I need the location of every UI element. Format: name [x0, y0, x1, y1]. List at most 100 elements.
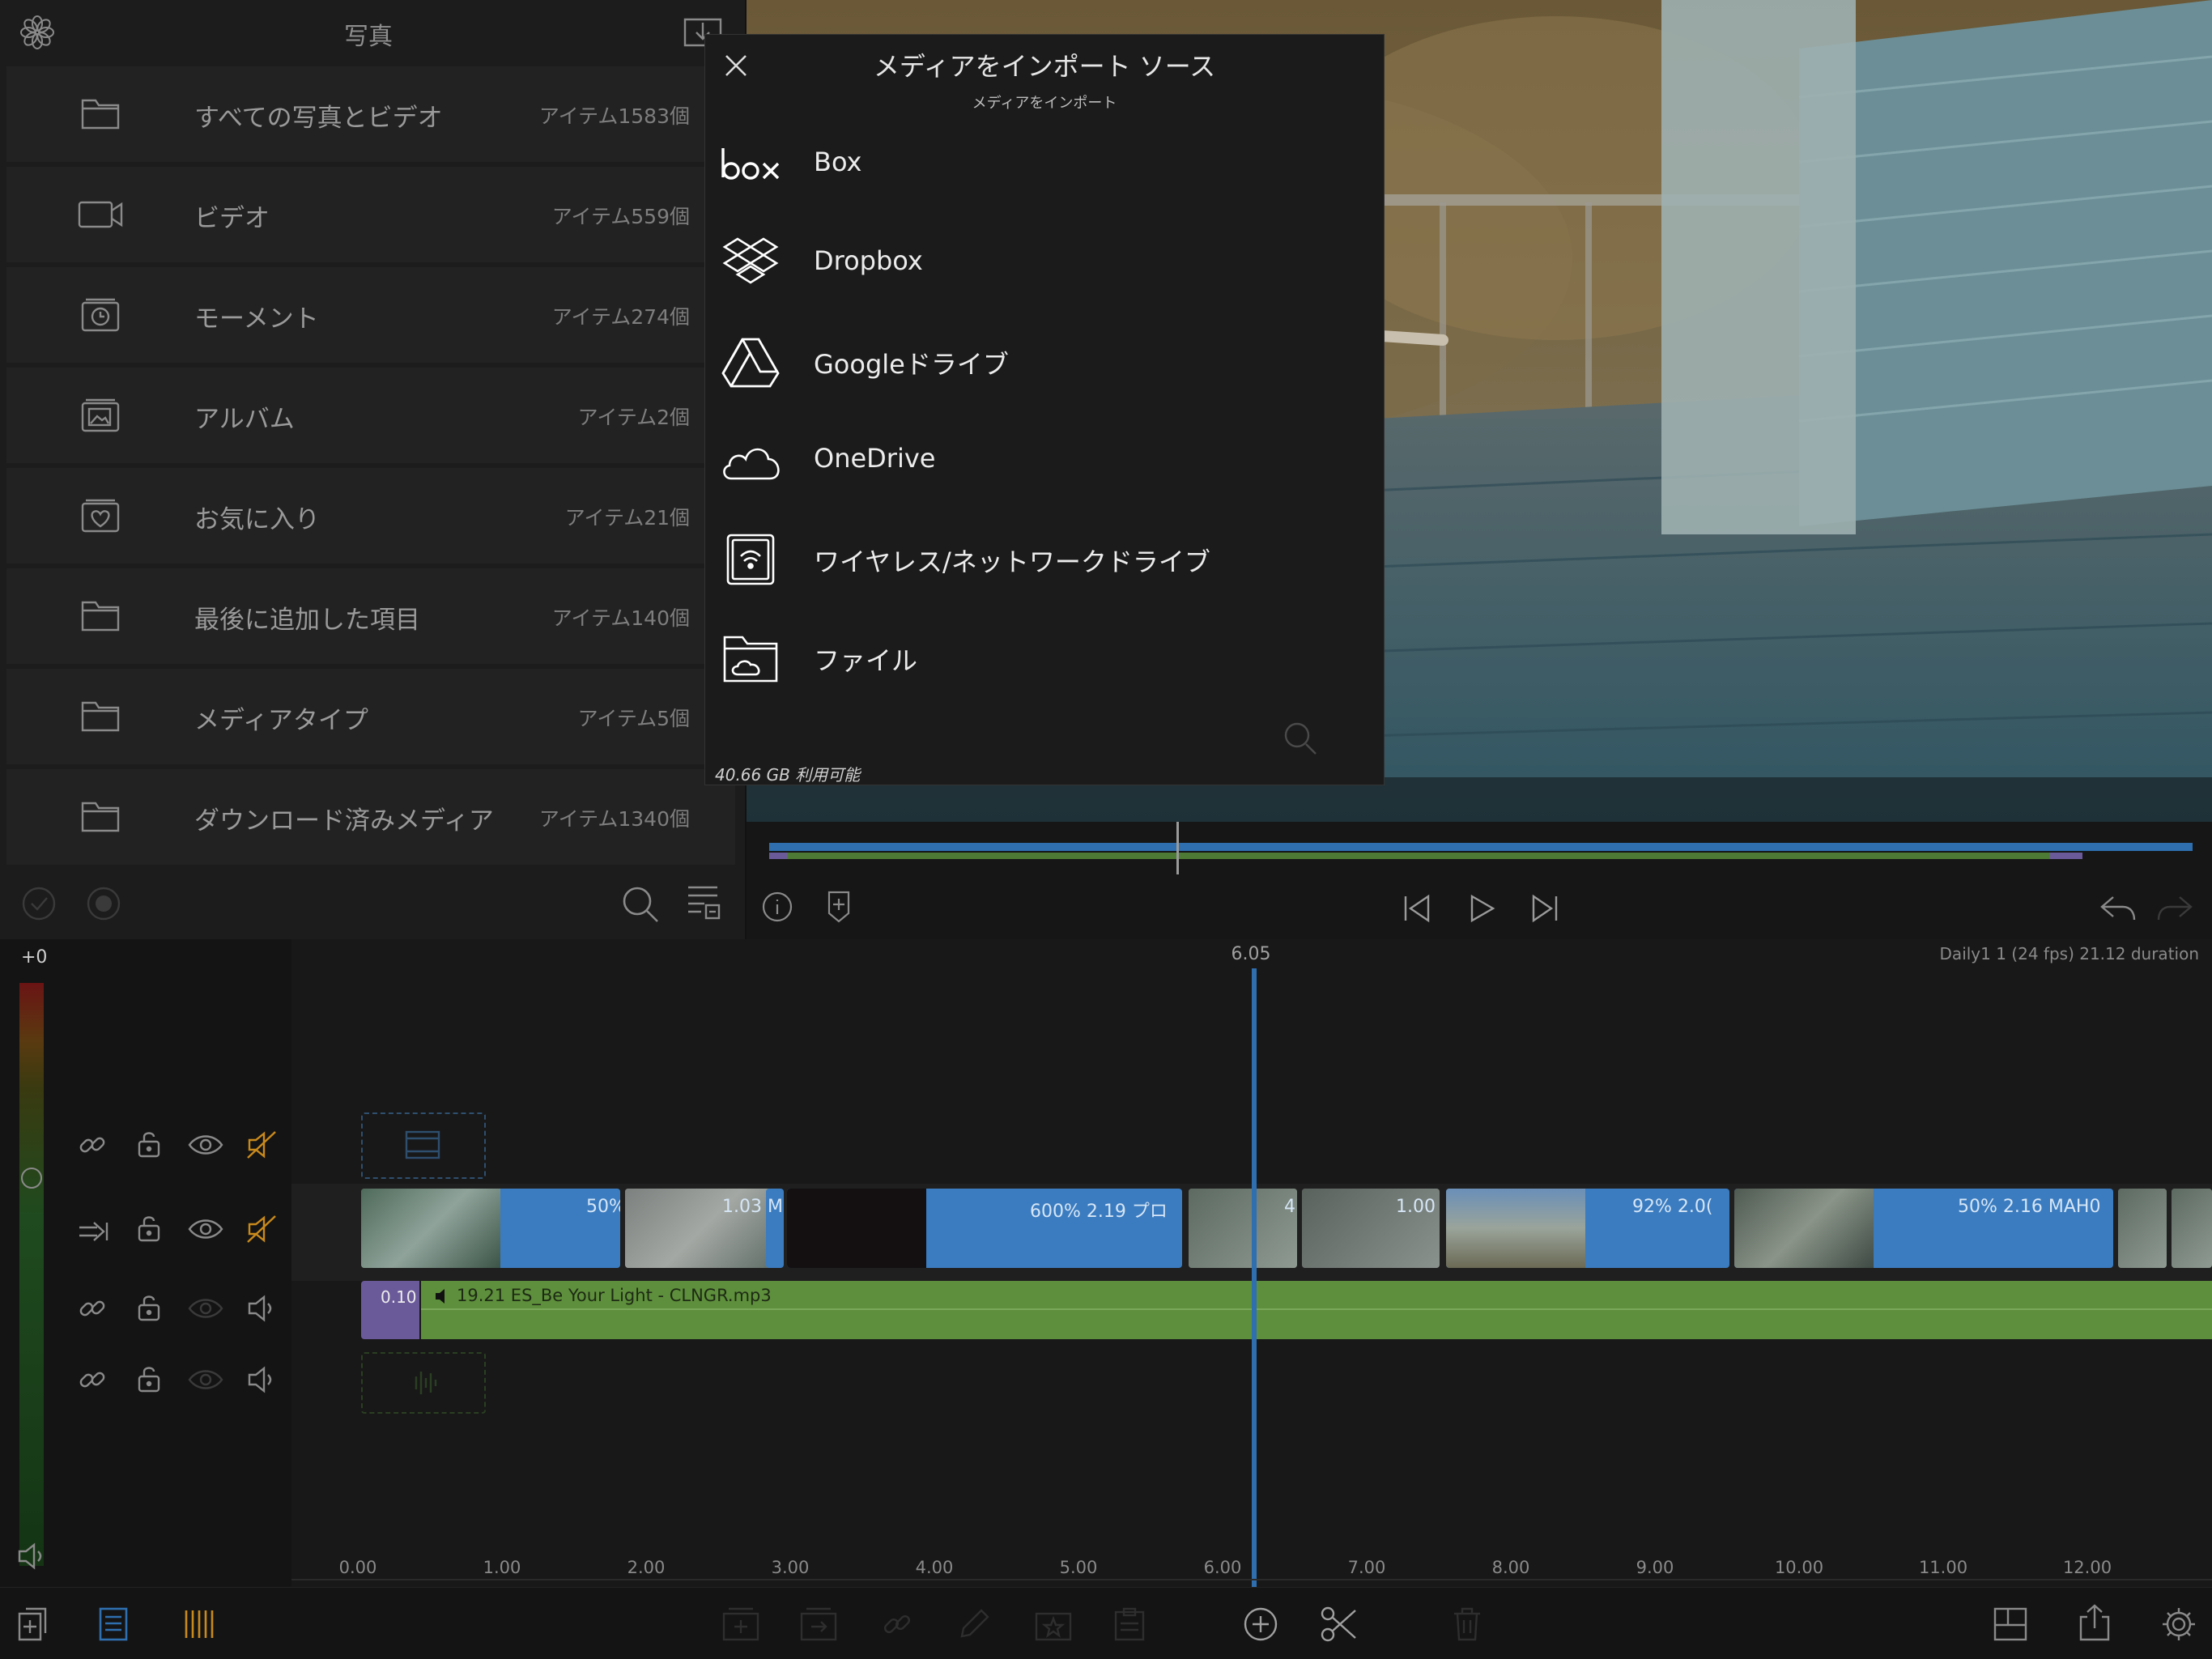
photos-flower-icon[interactable]: [19, 15, 55, 50]
source-box[interactable]: Box: [705, 116, 1384, 213]
ruler-tick-label: 2.00: [627, 1558, 666, 1577]
layout-icon[interactable]: [1992, 1606, 2029, 1643]
video-clip[interactable]: 4: [1189, 1189, 1297, 1268]
audio-meter-toggle-icon[interactable]: [181, 1606, 215, 1643]
scrubber-playhead[interactable]: [1176, 822, 1179, 878]
video-clip[interactable]: M: [766, 1189, 784, 1268]
clip-thumbnail: [2172, 1189, 2212, 1268]
wireless-drive-icon: [720, 532, 781, 587]
mute-speaker-icon[interactable]: [246, 1130, 277, 1159]
trash-icon[interactable]: [1451, 1606, 1483, 1643]
add-media-icon[interactable]: [15, 1606, 50, 1643]
library-item-videos[interactable]: ビデオ アイテム559個: [6, 167, 735, 262]
main-track-arrow-icon[interactable]: [78, 1219, 110, 1244]
search-icon[interactable]: [1282, 720, 1319, 757]
track-list-icon[interactable]: [97, 1606, 130, 1643]
library-item-recently-added[interactable]: 最後に追加した項目 アイテム140個: [6, 568, 735, 664]
library-item-moments[interactable]: モーメント アイテム274個: [6, 267, 735, 363]
audio-track-placeholder[interactable]: [361, 1352, 486, 1414]
settings-gear-icon[interactable]: [2160, 1606, 2197, 1643]
speaker-icon[interactable]: [246, 1365, 277, 1394]
edit-pencil-icon[interactable]: [955, 1606, 991, 1643]
ruler-tick-label: 11.00: [1918, 1558, 1968, 1577]
undo-icon[interactable]: [2099, 892, 2138, 925]
scrubber-audio-track: [787, 853, 2050, 859]
scrubber-bar[interactable]: [747, 822, 2212, 878]
source-onedrive[interactable]: OneDrive: [705, 412, 1384, 509]
library-item-favorites[interactable]: お気に入り アイテム21個: [6, 468, 735, 564]
clipboard-icon[interactable]: [1111, 1606, 1148, 1643]
master-volume-icon[interactable]: [16, 1542, 47, 1571]
visibility-eye-icon[interactable]: [188, 1368, 223, 1391]
visibility-eye-icon[interactable]: [188, 1134, 223, 1156]
library-item-count: アイテム5個: [577, 707, 690, 730]
info-icon[interactable]: [761, 891, 793, 923]
source-wireless-network-drive[interactable]: ワイヤレス/ネットワークドライブ: [705, 511, 1384, 608]
link-icon[interactable]: [78, 1294, 107, 1323]
play-icon[interactable]: [1465, 892, 1498, 925]
timeline-playhead[interactable]: [1252, 968, 1257, 1587]
link-icon[interactable]: [881, 1606, 913, 1643]
search-icon[interactable]: [620, 884, 661, 925]
speaker-icon[interactable]: [246, 1294, 277, 1323]
ruler-tick-label: 10.00: [1774, 1558, 1824, 1577]
audio-fade-label: 0.10: [381, 1287, 417, 1307]
clip-label: 92% 2.0(: [1632, 1197, 1713, 1217]
folder-icon: [76, 596, 125, 636]
source-files[interactable]: ファイル: [705, 610, 1384, 707]
popover-title: メディアをインポート ソース: [873, 51, 1216, 82]
video-clip[interactable]: 50% 2.16 MAH0: [1734, 1189, 2113, 1268]
visibility-eye-icon[interactable]: [188, 1297, 223, 1320]
video-clip[interactable]: 600% 2.19 プロ: [787, 1189, 1182, 1268]
link-icon[interactable]: [78, 1130, 107, 1159]
clip-thumbnail: [1734, 1189, 1874, 1268]
share-export-icon[interactable]: [2078, 1602, 2112, 1643]
record-button-icon[interactable]: [86, 886, 121, 921]
audio-fade-in[interactable]: 0.10: [361, 1281, 419, 1339]
lock-icon[interactable]: [136, 1213, 162, 1244]
replace-clip-icon[interactable]: [798, 1606, 839, 1643]
onedrive-cloud-icon: [720, 433, 781, 488]
redo-icon[interactable]: [2155, 892, 2194, 925]
add-marker-icon[interactable]: [824, 889, 853, 925]
source-label: ファイル: [814, 645, 918, 676]
library-item-all-photos-videos[interactable]: すべての写真とビデオ アイテム1583個: [6, 66, 735, 162]
title-clip-icon: [405, 1129, 442, 1161]
lock-icon[interactable]: [136, 1363, 162, 1394]
video-clip[interactable]: 1.03: [625, 1189, 781, 1268]
insert-clip-icon[interactable]: [721, 1606, 761, 1643]
title-track-placeholder[interactable]: [361, 1112, 486, 1179]
audio-level-label: +0: [21, 947, 48, 968]
source-google-drive[interactable]: Googleドライブ: [705, 313, 1384, 410]
skip-to-start-icon[interactable]: [1401, 892, 1433, 925]
add-circle-icon[interactable]: [1242, 1606, 1279, 1643]
files-folder-icon: [720, 631, 781, 686]
audio-clip-label: 19.21 ES_Be Your Light - CLNGR.mp3: [457, 1286, 772, 1305]
video-clip[interactable]: [2172, 1189, 2212, 1268]
video-clip[interactable]: 92% 2.0(: [1446, 1189, 1729, 1268]
select-checkmark-icon[interactable]: [21, 886, 57, 921]
audio-level-knob[interactable]: [21, 1168, 42, 1189]
audio-clip[interactable]: 19.21 ES_Be Your Light - CLNGR.mp3: [421, 1281, 2212, 1339]
video-clip[interactable]: [2118, 1189, 2167, 1268]
lock-icon[interactable]: [136, 1292, 162, 1323]
video-clip[interactable]: 50%: [361, 1189, 620, 1268]
visibility-eye-icon[interactable]: [188, 1218, 223, 1240]
ruler-tick-label: 7.00: [1347, 1558, 1386, 1577]
library-item-media-types[interactable]: メディアタイプ アイテム5個: [6, 669, 735, 764]
scissors-split-icon[interactable]: [1320, 1606, 1359, 1643]
clip-label: 50%: [586, 1197, 620, 1217]
favorite-clip-icon[interactable]: [1033, 1606, 1074, 1643]
clip-label: 50% 2.16 MAH0: [1958, 1197, 2101, 1217]
transport-controls: [747, 874, 2212, 939]
source-dropbox[interactable]: Dropbox: [705, 215, 1384, 312]
video-clip[interactable]: 1.00: [1302, 1189, 1440, 1268]
library-item-albums[interactable]: アルバム アイテム2個: [6, 368, 735, 463]
skip-to-end-icon[interactable]: [1529, 892, 1561, 925]
lock-icon[interactable]: [136, 1129, 162, 1159]
link-icon[interactable]: [78, 1365, 107, 1394]
mute-speaker-icon[interactable]: [246, 1214, 277, 1244]
library-item-downloaded-media[interactable]: ダウンロード済みメディア アイテム1340個: [6, 769, 735, 865]
clip-thumbnail: [361, 1189, 500, 1268]
sort-list-icon[interactable]: [685, 883, 722, 923]
